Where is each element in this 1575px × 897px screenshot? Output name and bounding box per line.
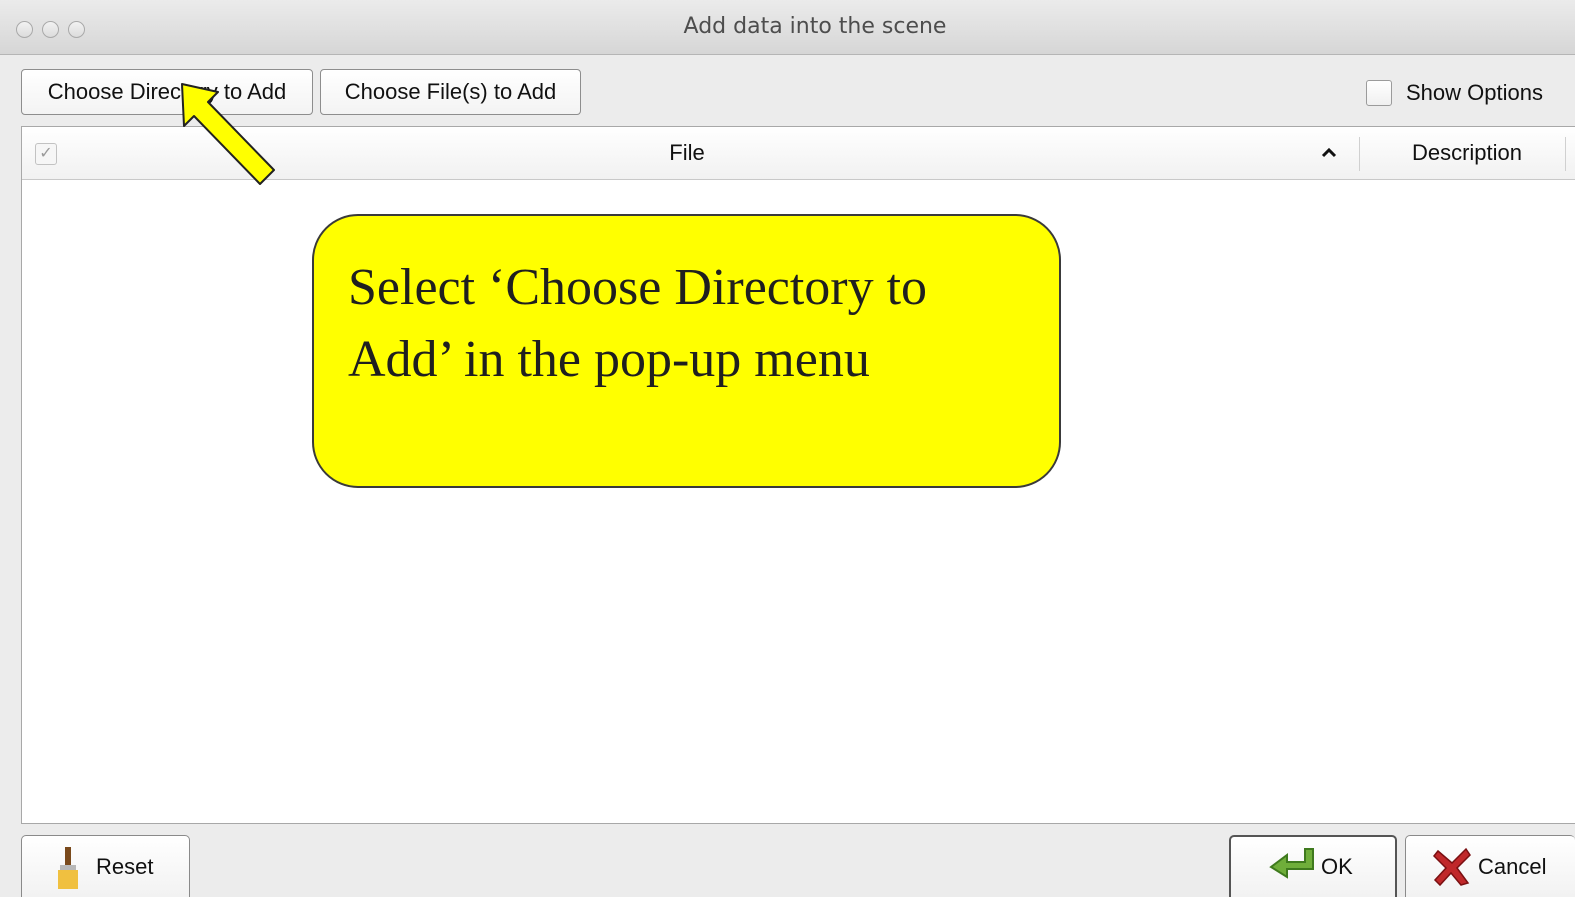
reset-label: Reset	[96, 853, 154, 879]
ok-button[interactable]: OK	[1229, 835, 1397, 897]
show-options-toggle[interactable]: Show Options	[1366, 78, 1543, 108]
red-x-icon	[1432, 847, 1471, 886]
column-header-file[interactable]: File	[622, 140, 752, 166]
choose-files-button[interactable]: Choose File(s) to Add	[320, 69, 581, 115]
column-divider[interactable]	[1359, 137, 1360, 171]
show-options-checkbox[interactable]	[1366, 80, 1392, 106]
paint-brush-icon	[58, 846, 78, 889]
add-data-dialog: Add data into the scene Choose Directory…	[0, 0, 1575, 897]
green-return-arrow-icon	[1269, 848, 1314, 879]
select-all-checkbox[interactable]: ✓	[35, 143, 57, 165]
title-bar: Add data into the scene	[0, 0, 1575, 55]
column-header-description[interactable]: Description	[1382, 140, 1552, 166]
chevron-up-icon[interactable]	[1319, 143, 1339, 163]
instruction-callout: Select ‘Choose Directory to Add’ in the …	[312, 214, 1061, 488]
reset-button[interactable]: Reset	[21, 835, 190, 897]
yellow-arrow-icon	[181, 83, 275, 185]
cancel-button[interactable]: Cancel	[1405, 835, 1575, 897]
window-title: Add data into the scene	[683, 14, 947, 39]
cancel-label: Cancel	[1478, 853, 1547, 879]
column-divider[interactable]	[1565, 137, 1566, 171]
ok-label: OK	[1321, 854, 1353, 879]
show-options-label: Show Options	[1406, 80, 1543, 105]
checkmark-icon: ✓	[39, 145, 53, 162]
